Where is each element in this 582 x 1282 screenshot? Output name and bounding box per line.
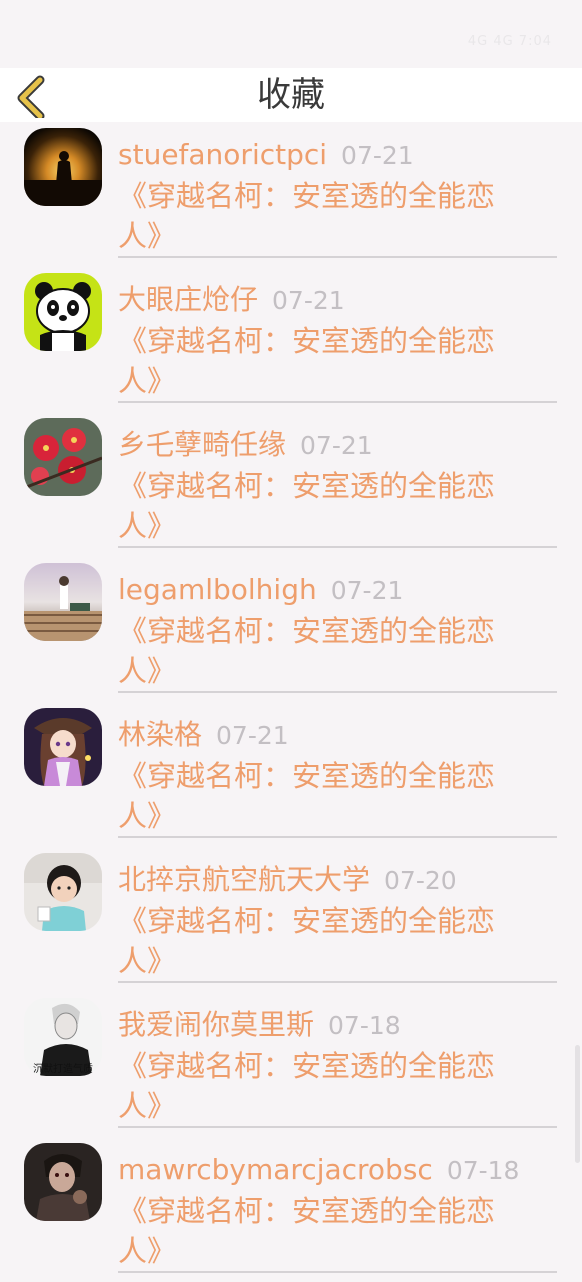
- user-name[interactable]: 乡乇孽畸任缘: [118, 428, 286, 461]
- user-name[interactable]: mawrcbymarcjacrobsc: [118, 1153, 433, 1186]
- item-meta: 乡乇孽畸任缘 07-21: [118, 428, 373, 466]
- status-bar-text: 4G 4G 7:04: [467, 34, 552, 49]
- list-item[interactable]: 大眼庄炝仔 07-21 《穿越名柯：安室透的全能恋人》: [0, 267, 582, 412]
- post-title[interactable]: 《穿越名柯：安室透的全能恋人》: [118, 1191, 518, 1271]
- user-name[interactable]: legamlbolhigh: [118, 573, 317, 606]
- user-name[interactable]: stuefanorictpci: [118, 138, 327, 171]
- divider: [118, 1271, 557, 1273]
- scrollbar[interactable]: [575, 1045, 580, 1163]
- avatar[interactable]: [24, 1143, 102, 1221]
- avatar[interactable]: [24, 563, 102, 641]
- item-date: 07-18: [446, 1156, 520, 1185]
- list-item[interactable]: 林染格 07-21 《穿越名柯：安室透的全能恋人》: [0, 702, 582, 847]
- item-date: 07-21: [341, 141, 414, 170]
- list-item[interactable]: stuefanorictpci 07-21 《穿越名柯：安室透的全能恋人》: [0, 122, 582, 267]
- item-date: 07-21: [330, 576, 404, 605]
- item-date: 07-18: [328, 1011, 401, 1040]
- avatar-anime-girl-image: [24, 708, 102, 786]
- item-meta: 大眼庄炝仔 07-21: [118, 283, 345, 321]
- avatar[interactable]: 沉默打造气质: [24, 998, 102, 1076]
- post-title[interactable]: 《穿越名柯：安室透的全能恋人》: [118, 176, 518, 256]
- avatar-sunset-image: [24, 128, 102, 206]
- divider: [118, 836, 557, 838]
- avatar[interactable]: [24, 273, 102, 351]
- user-name[interactable]: 北捽京航空航天大学: [118, 863, 370, 896]
- user-name[interactable]: 大眼庄炝仔: [118, 283, 258, 316]
- avatar[interactable]: [24, 128, 102, 206]
- avatar-dark-portrait-image: [24, 1143, 102, 1221]
- avatar-bw-portrait-image: 沉默打造气质: [24, 998, 102, 1076]
- list-item[interactable]: legamlbolhigh 07-21 《穿越名柯：安室透的全能恋人》: [0, 557, 582, 702]
- avatar-panda-image: [24, 273, 102, 351]
- header: 收藏: [0, 68, 582, 122]
- user-name[interactable]: 我爱闹你莫里斯: [118, 1008, 314, 1041]
- avatar[interactable]: [24, 708, 102, 786]
- page-title: 收藏: [257, 75, 325, 115]
- divider: [118, 401, 557, 403]
- divider: [118, 546, 557, 548]
- avatar-child-photo: [24, 853, 102, 931]
- item-meta: 林染格 07-21: [118, 718, 289, 756]
- item-date: 07-21: [300, 431, 373, 460]
- post-title[interactable]: 《穿越名柯：安室透的全能恋人》: [118, 1046, 518, 1126]
- divider: [118, 256, 557, 258]
- item-date: 07-20: [384, 866, 457, 895]
- item-meta: 我爱闹你莫里斯 07-18: [118, 1008, 401, 1046]
- favorites-list: stuefanorictpci 07-21 《穿越名柯：安室透的全能恋人》 大眼庄…: [0, 122, 582, 1282]
- avatar-caption: 沉默打造气质: [33, 1062, 93, 1075]
- list-item[interactable]: 沉默打造气质 我爱闹你莫里斯 07-18 《穿越名柯：安室透的全能恋人》: [0, 992, 582, 1137]
- list-item[interactable]: 乡乇孽畸任缘 07-21 《穿越名柯：安室透的全能恋人》: [0, 412, 582, 557]
- avatar[interactable]: [24, 418, 102, 496]
- post-title[interactable]: 《穿越名柯：安室透的全能恋人》: [118, 756, 518, 836]
- item-meta: 北捽京航空航天大学 07-20: [118, 863, 457, 901]
- post-title[interactable]: 《穿越名柯：安室透的全能恋人》: [118, 466, 518, 546]
- divider: [118, 1126, 557, 1128]
- list-item[interactable]: 北捽京航空航天大学 07-20 《穿越名柯：安室透的全能恋人》: [0, 847, 582, 992]
- item-date: 07-21: [272, 286, 345, 315]
- item-meta: mawrcbymarcjacrobsc 07-18: [118, 1153, 519, 1191]
- post-title[interactable]: 《穿越名柯：安室透的全能恋人》: [118, 901, 518, 981]
- avatar-scenery-image: [24, 563, 102, 641]
- post-title[interactable]: 《穿越名柯：安室透的全能恋人》: [118, 611, 518, 691]
- user-name[interactable]: 林染格: [118, 718, 202, 751]
- avatar-flowers-image: [24, 418, 102, 496]
- post-title[interactable]: 《穿越名柯：安室透的全能恋人》: [118, 321, 518, 401]
- status-bar: 4G 4G 7:04: [0, 0, 582, 68]
- divider: [118, 691, 557, 693]
- avatar[interactable]: [24, 853, 102, 931]
- divider: [118, 981, 557, 983]
- item-date: 07-21: [216, 721, 289, 750]
- item-meta: stuefanorictpci 07-21: [118, 138, 414, 176]
- list-item[interactable]: mawrcbymarcjacrobsc 07-18 《穿越名柯：安室透的全能恋人》: [0, 1137, 582, 1282]
- item-meta: legamlbolhigh 07-21: [118, 573, 403, 611]
